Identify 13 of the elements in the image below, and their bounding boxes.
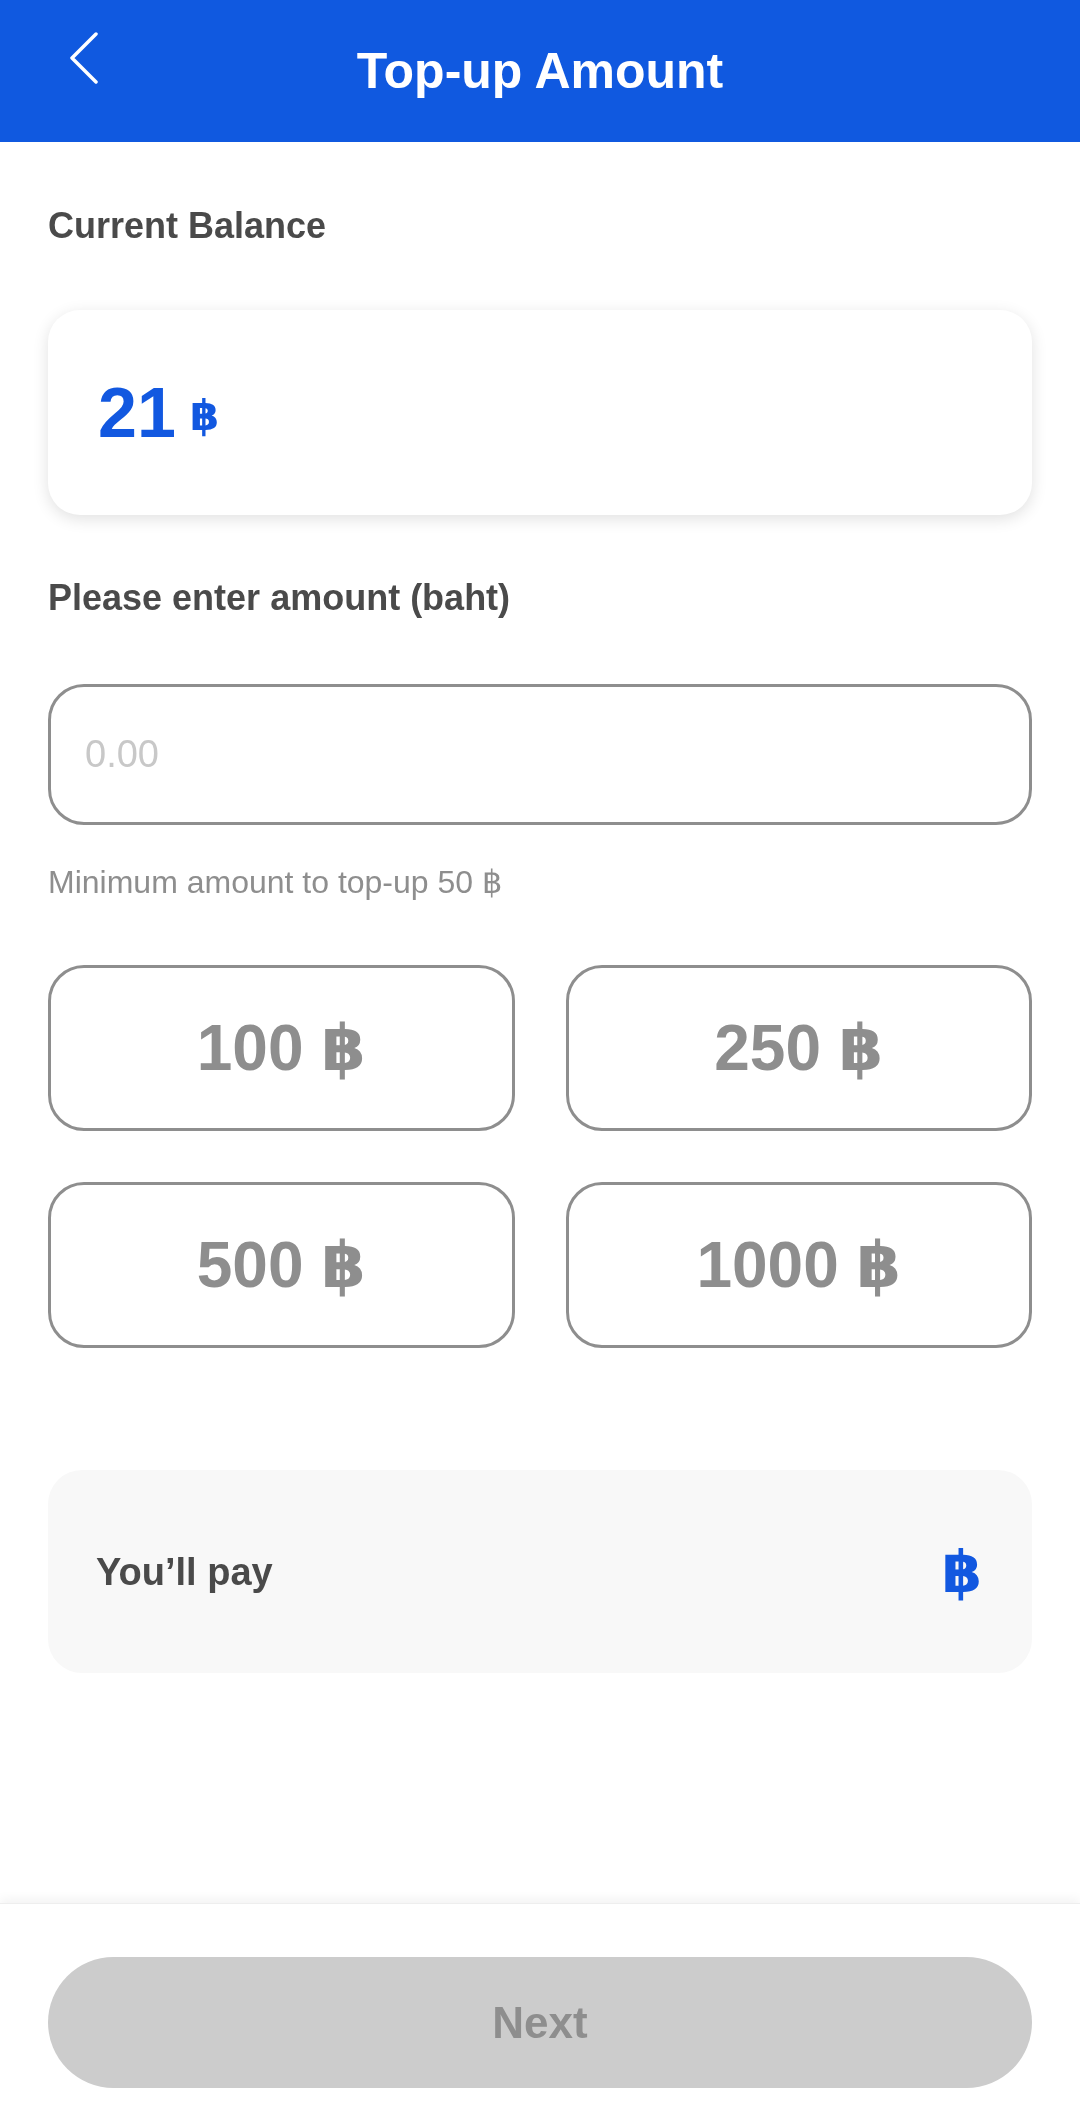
preset-amount-button[interactable]: 100 ฿ (48, 965, 515, 1131)
section-label: Please enter amount (baht) (48, 576, 511, 620)
currency-symbol: ฿ (189, 390, 220, 441)
page-title: Top-up Amount (356, 42, 724, 101)
currency-symbol: ฿ (941, 1537, 982, 1606)
back-chevron-icon (69, 32, 99, 84)
preset-amount-button[interactable]: 500 ฿ (48, 1182, 515, 1348)
minimum-amount-hint: Minimum amount to top-up 50 ฿ (48, 863, 503, 902)
summary-label: You’ll pay (96, 1549, 273, 1595)
balance-amount: 21 (98, 372, 176, 453)
preset-amount-button[interactable]: 1000 ฿ (565, 1182, 1032, 1348)
preset-amount-button[interactable]: 250 ฿ (565, 965, 1032, 1131)
section-label: Current Balance (48, 204, 327, 248)
